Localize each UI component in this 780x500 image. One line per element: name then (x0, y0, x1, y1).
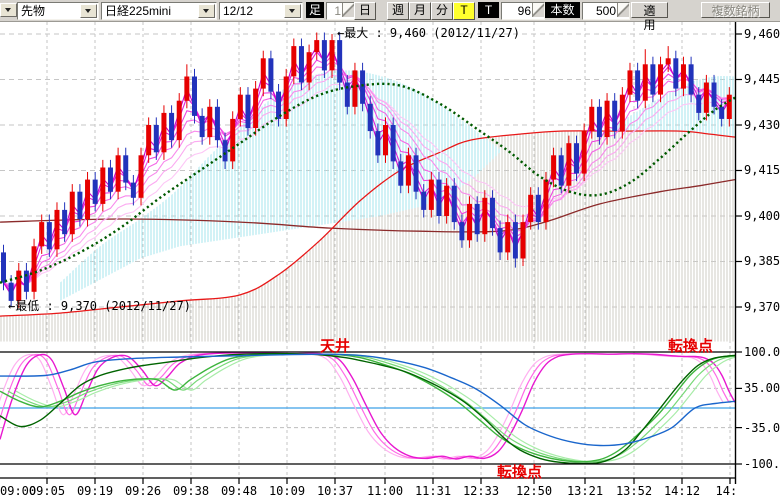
ceiling-annotation: 天井 (320, 335, 350, 356)
max-annotation: ←最大 : 9,460 (2012/11/27) (337, 24, 520, 41)
ashi-label: 足 (306, 2, 324, 18)
symbol-combobox[interactable]: 日経225mini (101, 2, 217, 20)
chart-window: 先物 日経225mini 12/12 足 1 日週月分T T 96 本数 500… (0, 0, 780, 500)
chevron-down-icon[interactable] (284, 4, 301, 18)
symbol-value: 日経225mini (105, 4, 171, 18)
toolbar: 先物 日経225mini 12/12 足 1 日週月分T T 96 本数 500… (0, 0, 780, 22)
min-annotation: ←最低 : 9,370 (2012/11/27) (8, 297, 191, 314)
spinner-icon (532, 3, 544, 17)
tick-label: T (478, 2, 499, 18)
apply-button[interactable]: 適用 (631, 2, 668, 18)
category-combobox[interactable]: 先物 (17, 2, 99, 20)
turning-point-bottom-annotation: 転換点 (497, 461, 542, 482)
period-button-2[interactable]: 月 (409, 2, 431, 20)
bars-label: 本数 (545, 2, 580, 18)
tick-count-value: 96 (518, 4, 531, 18)
bars-count-value: 500 (596, 4, 616, 18)
spinner-icon (342, 3, 354, 17)
price-panel (0, 33, 735, 342)
interval-spinner: 1 (326, 2, 355, 20)
chevron-down-icon[interactable] (80, 4, 97, 18)
chevron-down-icon[interactable] (0, 3, 17, 17)
tick-count-spinner[interactable]: 96 (501, 2, 545, 20)
chevron-down-icon[interactable] (198, 4, 215, 18)
period-button-3[interactable]: 分 (431, 2, 453, 20)
turning-point-top-annotation: 転換点 (668, 335, 713, 356)
period-button-1[interactable]: 週 (387, 2, 409, 20)
date-value: 12/12 (223, 4, 253, 18)
period-button-0[interactable]: 日 (354, 2, 376, 20)
category-value: 先物 (21, 4, 45, 18)
period-button-4[interactable]: T (453, 2, 475, 20)
date-combobox[interactable]: 12/12 (219, 2, 303, 20)
multi-symbol-button: 複数銘柄 (701, 2, 770, 18)
interval-value: 1 (334, 4, 341, 18)
spinner-icon (617, 3, 629, 17)
price-chart-plot-area[interactable] (0, 0, 780, 500)
bars-count-spinner[interactable]: 500 (582, 2, 630, 20)
